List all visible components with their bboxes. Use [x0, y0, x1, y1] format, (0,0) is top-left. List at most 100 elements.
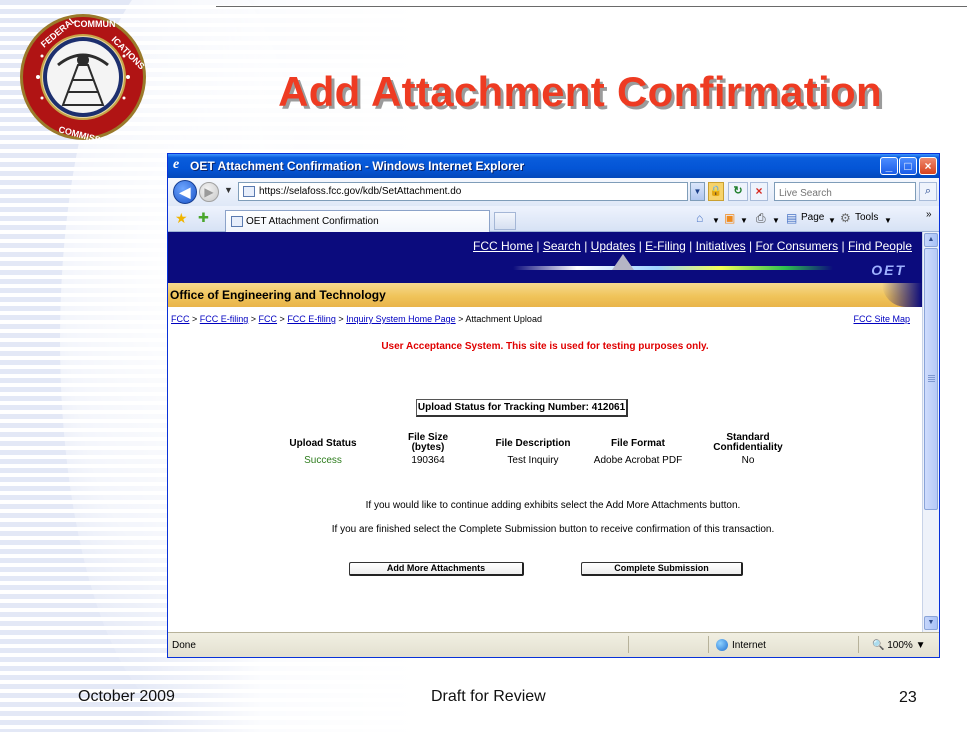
zoom-value: 100%	[887, 640, 913, 651]
breadcrumb-fcc-e-filing[interactable]: FCC E-filing	[200, 314, 249, 324]
breadcrumb-fcc-e-filing-2[interactable]: FCC E-filing	[287, 314, 336, 324]
status-bar: Done Internet 🔍 100% ▼	[168, 632, 939, 657]
breadcrumb: FCC > FCC E-filing > FCC > FCC E-filing …	[171, 314, 542, 324]
tab-oet-attachment-confirmation[interactable]: OET Attachment Confirmation	[225, 210, 490, 232]
vertical-scrollbar[interactable]: ▲ ▼	[922, 232, 939, 632]
uat-notice: User Acceptance System. This site is use…	[381, 341, 709, 352]
back-icon[interactable]: ◀	[173, 180, 197, 204]
office-bar: Office of Engineering and Technology	[168, 283, 922, 307]
maximize-button[interactable]: □	[899, 157, 917, 175]
add-more-attachments-button[interactable]: Add More Attachments	[349, 562, 524, 576]
toolbar-overflow-icon[interactable]: »	[926, 208, 932, 222]
header-file-size: File Size (bytes)	[407, 432, 448, 453]
footer-date: October 2009	[78, 688, 175, 705]
window-title: OET Attachment Confirmation - Windows In…	[190, 159, 525, 173]
browser-window: e OET Attachment Confirmation - Windows …	[167, 153, 940, 658]
ie-logo-icon: e	[173, 157, 180, 172]
search-field[interactable]	[774, 182, 916, 201]
top-links: FCC Home | Search | Updates | E-Filing |…	[473, 239, 912, 253]
history-dropdown-icon[interactable]: ▼	[224, 185, 233, 195]
breadcrumb-inquiry-home[interactable]: Inquiry System Home Page	[346, 314, 456, 324]
page-dropdown-icon[interactable]: ▼	[828, 214, 836, 228]
window-titlebar: e OET Attachment Confirmation - Windows …	[168, 154, 939, 178]
feeds-dropdown-icon[interactable]: ▼	[740, 214, 748, 228]
cell-file-size: 190364	[411, 455, 445, 466]
oet-logo: OET	[871, 262, 906, 278]
search-input[interactable]	[779, 186, 899, 201]
favorites-star-icon[interactable]: ★	[175, 211, 188, 225]
status-separator	[628, 636, 629, 653]
search-icon[interactable]: ⌕	[919, 182, 937, 201]
fcc-banner: FCC Home | Search | Updates | E-Filing |…	[168, 232, 922, 283]
refresh-icon[interactable]: ↻	[728, 182, 748, 201]
cell-file-format: Adobe Acrobat PDF	[593, 455, 683, 466]
minimize-button[interactable]: _	[880, 157, 898, 175]
instruction-add-more: If you would like to continue adding exh…	[365, 500, 741, 511]
navigation-toolbar: ◀ ▶ ▼ https://selafoss.fcc.gov/kdb/SetAt…	[168, 178, 939, 206]
scroll-down-icon[interactable]: ▼	[924, 616, 938, 630]
header-file-description: File Description	[495, 438, 571, 449]
header-upload-status: Upload Status	[289, 438, 357, 449]
footer-draft-label: Draft for Review	[431, 688, 546, 705]
link-for-consumers[interactable]: For Consumers	[755, 239, 838, 253]
scroll-thumb[interactable]	[924, 248, 938, 510]
svg-text:COMMUN: COMMUN	[74, 19, 116, 29]
banner-pyramid-icon	[612, 254, 634, 270]
address-bar[interactable]: https://selafoss.fcc.gov/kdb/SetAttachme…	[238, 182, 688, 201]
upload-status-heading: Upload Status for Tracking Number: 41206…	[416, 399, 628, 417]
header-standard-confidentiality: Standard Confidentiality	[713, 432, 783, 453]
breadcrumb-fcc[interactable]: FCC	[171, 314, 190, 324]
cell-standard-confidentiality: No	[741, 455, 755, 466]
tools-menu[interactable]: Tools	[855, 212, 878, 223]
new-tab-button[interactable]	[494, 212, 516, 230]
cell-file-description: Test Inquiry	[507, 455, 559, 466]
forward-icon[interactable]: ▶	[199, 182, 219, 202]
top-divider	[216, 6, 967, 7]
close-button[interactable]: ×	[919, 157, 937, 175]
home-dropdown-icon[interactable]: ▼	[712, 214, 720, 228]
office-label: Office of Engineering and Technology	[170, 288, 386, 302]
banner-light-beam	[513, 266, 833, 270]
feeds-icon[interactable]: ▣	[724, 211, 735, 225]
breadcrumb-fcc-2[interactable]: FCC	[259, 314, 278, 324]
complete-submission-button[interactable]: Complete Submission	[581, 562, 743, 576]
zoom-level[interactable]: 🔍 100% ▼	[872, 640, 926, 651]
security-zone: Internet	[732, 640, 766, 651]
link-find-people[interactable]: Find People	[848, 239, 912, 253]
breadcrumb-current: Attachment Upload	[465, 314, 542, 324]
home-icon[interactable]: ⌂	[696, 211, 703, 225]
link-updates[interactable]: Updates	[591, 239, 636, 253]
page-menu[interactable]: Page	[801, 212, 824, 223]
status-separator	[858, 636, 859, 653]
link-initiatives[interactable]: Initiatives	[696, 239, 746, 253]
tab-label: OET Attachment Confirmation	[246, 216, 379, 227]
slide: FEDERAL COMMUN ICATIONS COMMISSION Add A…	[0, 0, 967, 732]
status-text: Done	[172, 640, 196, 651]
header-file-format: File Format	[611, 438, 665, 449]
tools-dropdown-icon[interactable]: ▼	[884, 214, 892, 228]
status-separator	[708, 636, 709, 653]
site-map-link[interactable]: FCC Site Map	[853, 314, 910, 324]
address-url[interactable]: https://selafoss.fcc.gov/kdb/SetAttachme…	[259, 186, 461, 197]
address-dropdown-icon[interactable]: ▼	[690, 182, 705, 201]
add-favorites-icon[interactable]: ✚	[198, 211, 209, 225]
tab-toolbar: ★ ✚ OET Attachment Confirmation ⌂ ▼ ▣ ▼ …	[168, 206, 939, 232]
cell-upload-status: Success	[304, 455, 342, 466]
instruction-complete: If you are finished select the Complete …	[331, 524, 775, 535]
stop-icon[interactable]: ×	[750, 182, 768, 201]
slide-title: Add Attachment Confirmation	[278, 68, 882, 115]
link-search[interactable]: Search	[543, 239, 581, 253]
link-fcc-home[interactable]: FCC Home	[473, 239, 533, 253]
tools-gear-icon[interactable]: ⚙	[840, 211, 851, 225]
print-icon[interactable]: ⎙	[756, 211, 766, 225]
print-dropdown-icon[interactable]: ▼	[772, 214, 780, 228]
fcc-seal-icon: FEDERAL COMMUN ICATIONS COMMISSION	[20, 14, 147, 144]
scroll-up-icon[interactable]: ▲	[924, 233, 938, 247]
page-menu-icon[interactable]: ▤	[786, 211, 797, 225]
internet-globe-icon	[716, 639, 728, 651]
lock-icon[interactable]: 🔒	[708, 182, 724, 201]
page-number: 23	[899, 689, 917, 706]
tab-page-icon	[231, 216, 243, 227]
link-e-filing[interactable]: E-Filing	[645, 239, 686, 253]
page-icon	[243, 186, 255, 197]
